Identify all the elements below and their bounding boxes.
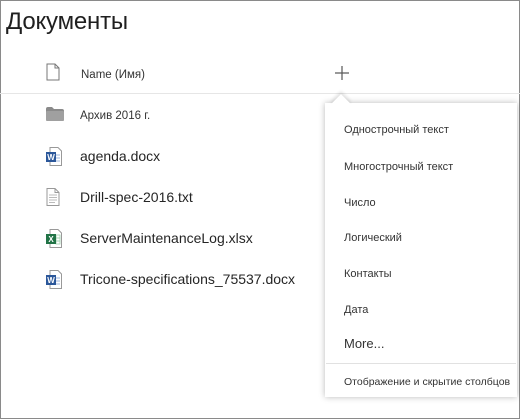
- file-name[interactable]: Tricone-specifications_75537.docx: [80, 271, 295, 287]
- menu-item-date[interactable]: Дата: [344, 304, 368, 316]
- add-column-menu: [325, 103, 517, 397]
- list-item[interactable]: Архив 2016 г.: [0, 98, 320, 138]
- text-file-icon: [46, 188, 60, 206]
- menu-item-multi-line-text[interactable]: Многострочный текст: [344, 161, 453, 173]
- menu-beak-cover: [326, 104, 516, 120]
- file-name[interactable]: Архив 2016 г.: [80, 110, 150, 122]
- word-doc-icon: W: [46, 147, 62, 166]
- menu-item-single-line-text[interactable]: Однострочный текст: [344, 124, 449, 136]
- menu-item-number[interactable]: Число: [344, 197, 376, 209]
- excel-file-icon: X: [46, 229, 62, 248]
- list-item[interactable]: X ServerMaintenanceLog.xlsx: [0, 219, 320, 259]
- list-header-row: Name (Имя): [0, 58, 520, 94]
- plus-icon[interactable]: [333, 64, 351, 82]
- menu-item-boolean[interactable]: Логический: [344, 232, 402, 244]
- menu-item-more[interactable]: More...: [344, 336, 384, 351]
- menu-divider: [326, 363, 516, 364]
- folder-icon: [46, 107, 64, 121]
- svg-text:X: X: [48, 235, 54, 244]
- list-item[interactable]: Drill-spec-2016.txt: [0, 178, 320, 218]
- page-title: Документы: [6, 8, 128, 35]
- list-item[interactable]: W Tricone-specifications_75537.docx: [0, 260, 320, 300]
- file-name[interactable]: Drill-spec-2016.txt: [80, 189, 193, 205]
- svg-text:W: W: [47, 153, 55, 162]
- svg-text:W: W: [47, 276, 55, 285]
- file-name[interactable]: ServerMaintenanceLog.xlsx: [80, 230, 253, 246]
- name-column-header[interactable]: Name (Имя): [81, 69, 145, 81]
- menu-item-show-hide-columns[interactable]: Отображение и скрытие столбцов: [344, 376, 510, 388]
- menu-item-contacts[interactable]: Контакты: [344, 268, 392, 280]
- list-item[interactable]: W agenda.docx: [0, 137, 320, 177]
- file-name[interactable]: agenda.docx: [80, 148, 160, 164]
- file-type-column-icon[interactable]: [46, 63, 60, 81]
- word-doc-icon: W: [46, 270, 62, 289]
